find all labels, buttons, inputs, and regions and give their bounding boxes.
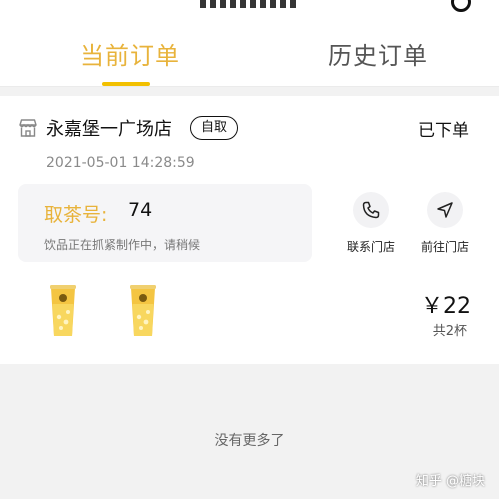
cup-count: 共2杯 (432, 324, 467, 339)
tab-bar: 当前订单 历史订单 (0, 12, 499, 87)
store-name: 永嘉堡一广场店 (46, 119, 172, 140)
contact-store-button[interactable]: 联系门店 (336, 192, 406, 255)
tab-history-orders[interactable]: 历史订单 (328, 36, 428, 71)
status-bar (0, 0, 499, 12)
watermark: 知乎 @糖块 (415, 474, 485, 489)
drink-cup-icon (50, 285, 76, 336)
contact-store-label: 联系门店 (346, 240, 395, 254)
cropped-icon (451, 0, 471, 12)
pickup-number: 74 (128, 199, 153, 221)
preparing-note: 饮品正在抓紧制作中，请稍候 (44, 238, 201, 252)
drink-cup-icon (130, 285, 156, 336)
tab-current-orders[interactable]: 当前订单 (80, 36, 180, 71)
active-tab-indicator (102, 82, 150, 86)
order-status: 已下单 (418, 121, 469, 141)
cropped-title (200, 0, 300, 8)
pickup-number-box: 取茶号: 74 饮品正在抓紧制作中，请稍候 (18, 184, 312, 262)
navigate-store-label: 前往门店 (420, 240, 469, 254)
phone-icon-circle (353, 192, 389, 228)
order-time: 2021-05-01 14:28:59 (46, 155, 195, 171)
navigation-arrow-icon (437, 202, 453, 218)
pickup-mode-badge: 自取 (190, 116, 239, 140)
navigation-icon-circle (427, 192, 463, 228)
order-card[interactable]: 永嘉堡一广场店 自取 已下单 2021-05-01 14:28:59 取茶号: … (0, 96, 499, 364)
no-more-text: 没有更多了 (214, 433, 285, 449)
order-price: ￥22 (421, 294, 471, 319)
store-icon (19, 119, 37, 137)
pickup-number-label: 取茶号: (44, 204, 108, 226)
navigate-store-button[interactable]: 前往门店 (410, 192, 480, 255)
phone-icon (362, 201, 380, 219)
